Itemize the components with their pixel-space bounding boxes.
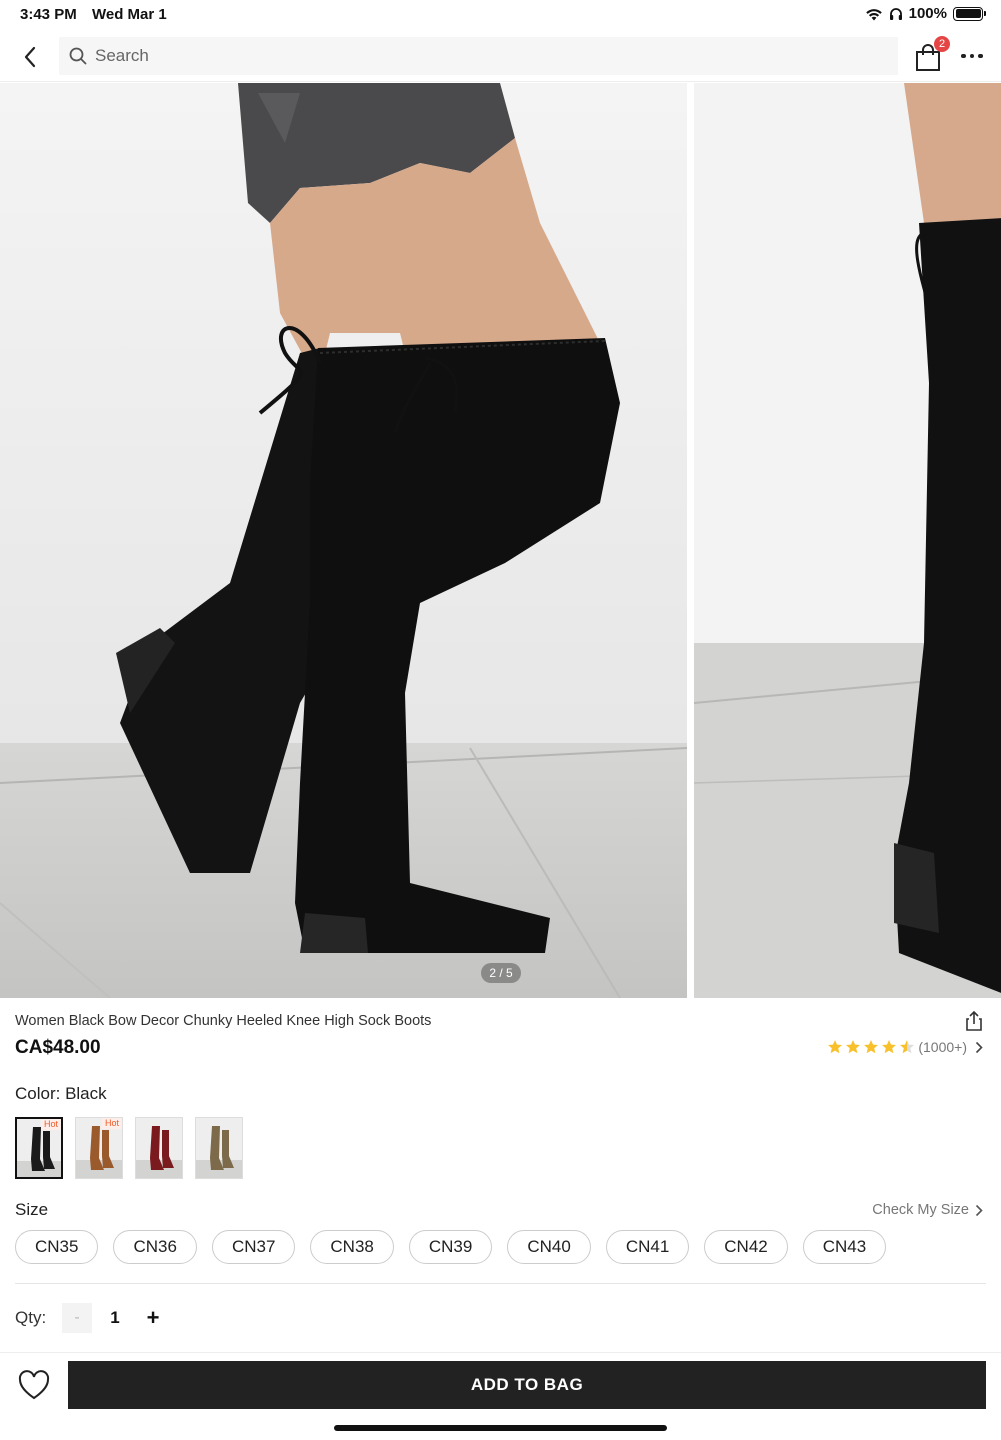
- divider: [15, 1283, 986, 1284]
- size-option-cn38[interactable]: CN38: [310, 1230, 394, 1264]
- color-swatch-black[interactable]: Hot: [15, 1117, 63, 1179]
- size-option-cn36[interactable]: CN36: [113, 1230, 197, 1264]
- check-my-size-link[interactable]: Check My Size: [872, 1202, 983, 1218]
- star-icon: [846, 1040, 861, 1054]
- headphones-icon: [889, 7, 902, 20]
- quantity-increase-button[interactable]: +: [138, 1303, 168, 1333]
- rating-summary[interactable]: (1000+): [827, 1039, 983, 1055]
- chevron-right-icon: [975, 1204, 983, 1216]
- size-option-cn41[interactable]: CN41: [605, 1230, 690, 1264]
- size-option-cn37[interactable]: CN37: [211, 1230, 296, 1264]
- search-icon: [69, 47, 87, 65]
- size-options: CN35 CN36 CN37 CN38 CN39 CN40 CN41 CN42 CN43: [15, 1230, 887, 1264]
- product-price: CA$48.00: [15, 1037, 101, 1058]
- product-title: Women Black Bow Decor Chunky Heeled Knee…: [15, 1013, 432, 1029]
- product-image-current[interactable]: [0, 83, 687, 998]
- hot-badge: Hot: [101, 1118, 122, 1129]
- wifi-icon: [865, 8, 882, 20]
- star-half-icon: [900, 1040, 915, 1054]
- product-image-gallery[interactable]: 2 / 5: [0, 83, 1001, 998]
- gallery-pager: 2 / 5: [481, 963, 521, 983]
- rating-count: (1000+): [918, 1039, 967, 1055]
- boots-photo: [0, 83, 687, 998]
- swatch-thumbnail: [136, 1118, 182, 1178]
- heart-icon: [18, 1370, 50, 1400]
- size-option-cn39[interactable]: CN39: [408, 1230, 493, 1264]
- chevron-right-icon: [975, 1041, 983, 1053]
- star-icon: [864, 1040, 879, 1054]
- share-icon: [966, 1010, 982, 1031]
- search-bar[interactable]: [59, 37, 898, 75]
- battery-icon: [953, 6, 986, 21]
- size-option-cn42[interactable]: CN42: [704, 1230, 788, 1264]
- hot-badge: Hot: [40, 1119, 61, 1130]
- add-to-bag-button[interactable]: ADD TO BAG: [68, 1361, 986, 1409]
- share-button[interactable]: [962, 1009, 986, 1033]
- more-icon: [961, 53, 966, 59]
- color-swatch-khaki[interactable]: [195, 1117, 243, 1179]
- quantity-decrease-button[interactable]: -: [62, 1303, 92, 1333]
- size-option-cn35[interactable]: CN35: [15, 1230, 99, 1264]
- bag-count-badge: 2: [934, 36, 950, 52]
- star-icon: [828, 1040, 843, 1054]
- shopping-bag-button[interactable]: 2: [912, 36, 950, 72]
- status-date: Wed Mar 1: [92, 6, 167, 23]
- quantity-label: Qty:: [15, 1308, 47, 1327]
- quantity-value: 1: [110, 1308, 120, 1327]
- size-option-cn43[interactable]: CN43: [802, 1230, 887, 1264]
- size-label: Size: [15, 1200, 49, 1219]
- color-swatch-brown[interactable]: Hot: [75, 1117, 123, 1179]
- top-nav: 2: [0, 30, 1001, 82]
- rating-stars: [827, 1039, 915, 1055]
- product-image-next[interactable]: [694, 83, 1001, 998]
- wishlist-button[interactable]: [17, 1369, 51, 1403]
- battery-percent: 100%: [908, 5, 947, 22]
- status-time: 3:43 PM: [20, 6, 77, 23]
- size-option-cn40[interactable]: CN40: [507, 1230, 591, 1264]
- back-icon: [24, 46, 36, 68]
- home-indicator: [334, 1425, 667, 1431]
- status-indicators: 100%: [865, 5, 986, 22]
- color-swatch-burgundy[interactable]: [135, 1117, 183, 1179]
- color-swatches: Hot Hot: [15, 1117, 243, 1179]
- more-options-button[interactable]: [956, 42, 988, 70]
- star-icon: [882, 1040, 897, 1054]
- swatch-thumbnail: [196, 1118, 242, 1178]
- boots-photo-next: [694, 83, 1001, 998]
- back-button[interactable]: [14, 42, 46, 72]
- status-bar: 3:43 PM Wed Mar 1 100%: [0, 0, 1001, 30]
- check-my-size-label: Check My Size: [872, 1202, 969, 1218]
- search-input[interactable]: [95, 46, 855, 66]
- bottom-action-bar: ADD TO BAG: [0, 1352, 1001, 1440]
- color-label: Color: Black: [15, 1084, 107, 1103]
